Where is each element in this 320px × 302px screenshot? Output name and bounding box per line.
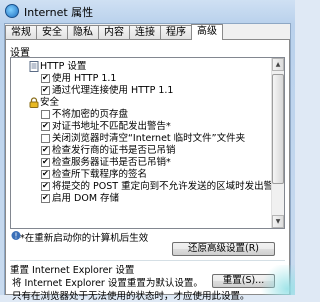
checkbox[interactable]: [41, 84, 50, 96]
restore-advanced-settings-button[interactable]: 还原高级设置(R): [172, 242, 275, 256]
setting-label: 检查所下载程序的签名: [52, 169, 148, 180]
restart-note: *在重新启动你的计算机后生效: [20, 233, 149, 244]
setting-label: 将提交的 POST 重定向到不允许发送的区域时发出警: [52, 181, 271, 192]
scrollbar-thumb[interactable]: [272, 74, 284, 184]
checkbox[interactable]: [41, 168, 50, 180]
title-bar[interactable]: Internet 属性: [0, 0, 295, 22]
tab-advanced[interactable]: 高级: [191, 24, 223, 40]
window-title: Internet 属性: [24, 6, 94, 19]
tree-category-label: 安全: [40, 97, 60, 108]
reset-heading: 重置 Internet Explorer 设置: [10, 265, 135, 276]
checkbox[interactable]: [41, 144, 50, 156]
tab-content[interactable]: 内容: [98, 25, 130, 39]
tab-strip: 常规 安全 隐私 内容 连接 程序 高级: [5, 24, 223, 40]
checkbox[interactable]: [41, 72, 50, 84]
setting-label: 检查服务器证书是否已吊销*: [52, 157, 171, 168]
settings-list[interactable]: HTTP 设置 使用 HTTP 1.1 通过代理连接使用 HTTP 1.1 安全…: [10, 57, 285, 229]
checkbox[interactable]: [41, 192, 50, 204]
page-icon: [29, 61, 39, 72]
setting-label: 使用 HTTP 1.1: [52, 73, 117, 84]
scroll-up-arrow-icon[interactable]: ▲: [272, 58, 284, 71]
internet-options-window: Internet 属性 常规 安全 隐私 内容 连接 程序 高级 设置 HTTP…: [0, 0, 295, 302]
vertical-scrollbar[interactable]: ▲ ▼: [271, 58, 284, 228]
background-glow: [258, 265, 295, 295]
settings-tree: HTTP 设置 使用 HTTP 1.1 通过代理连接使用 HTTP 1.1 安全…: [11, 58, 271, 228]
checkbox[interactable]: [41, 120, 50, 132]
tab-general[interactable]: 常规: [5, 25, 37, 39]
reset-footer-note: 只有在浏览器处于无法使用的状态时，才应使用此设置。: [12, 291, 250, 302]
checkbox[interactable]: [41, 134, 50, 143]
setting-label: 启用 DOM 存储: [52, 193, 120, 204]
setting-label: 对证书地址不匹配发出警告*: [52, 121, 171, 132]
setting-label: 不将加密的页存盘: [52, 109, 129, 120]
tab-programs[interactable]: 程序: [160, 25, 192, 39]
setting-label: 关闭浏览器时清空“Internet 临时文件”文件夹: [52, 133, 246, 144]
checkbox[interactable]: [41, 110, 50, 119]
svg-text:!: !: [14, 232, 17, 241]
scroll-down-arrow-icon[interactable]: ▼: [272, 215, 284, 228]
tab-privacy[interactable]: 隐私: [67, 25, 99, 39]
tab-security[interactable]: 安全: [36, 25, 68, 39]
reset-description: 将 Internet Explorer 设置重置为默认设置。: [12, 278, 203, 289]
setting-label: 检查发行商的证书是否已吊销: [52, 145, 176, 156]
checkbox[interactable]: [41, 156, 50, 168]
section-divider: [10, 260, 285, 261]
setting-label: 通过代理连接使用 HTTP 1.1: [52, 85, 174, 96]
lock-icon: [29, 97, 39, 108]
internet-explorer-icon: [5, 4, 19, 18]
tab-connections[interactable]: 连接: [129, 25, 161, 39]
checkbox[interactable]: [41, 180, 50, 192]
